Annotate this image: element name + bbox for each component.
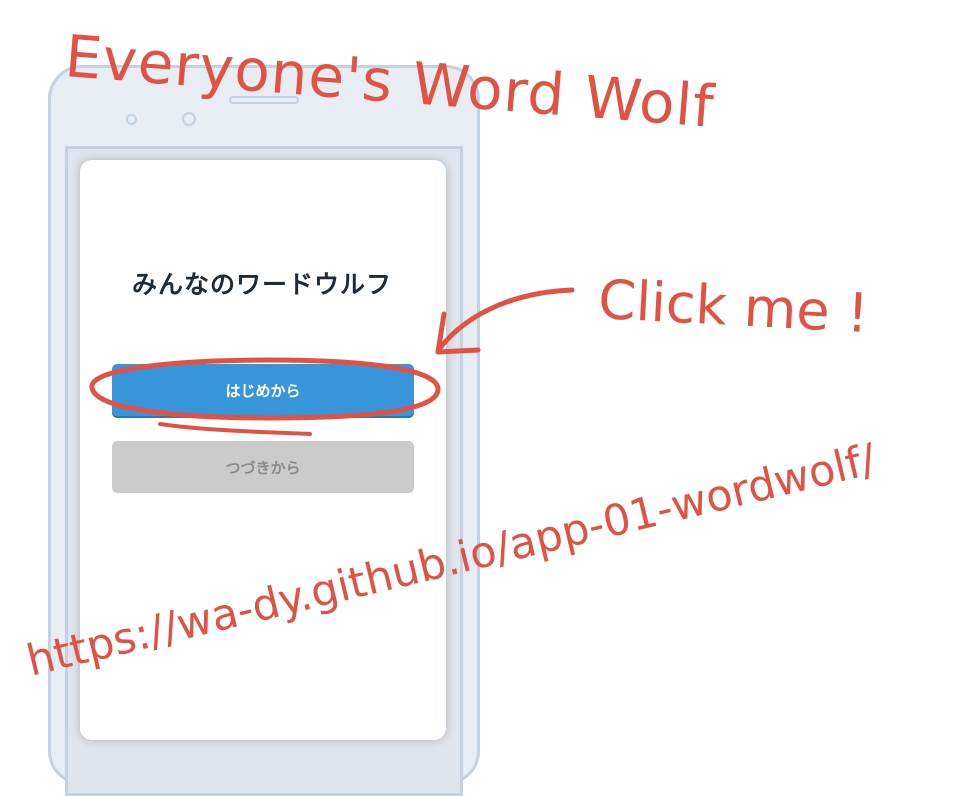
arrow-shaft [437,287,575,351]
highlight-ellipse-tail [158,422,312,436]
highlight-ellipse [89,357,441,421]
